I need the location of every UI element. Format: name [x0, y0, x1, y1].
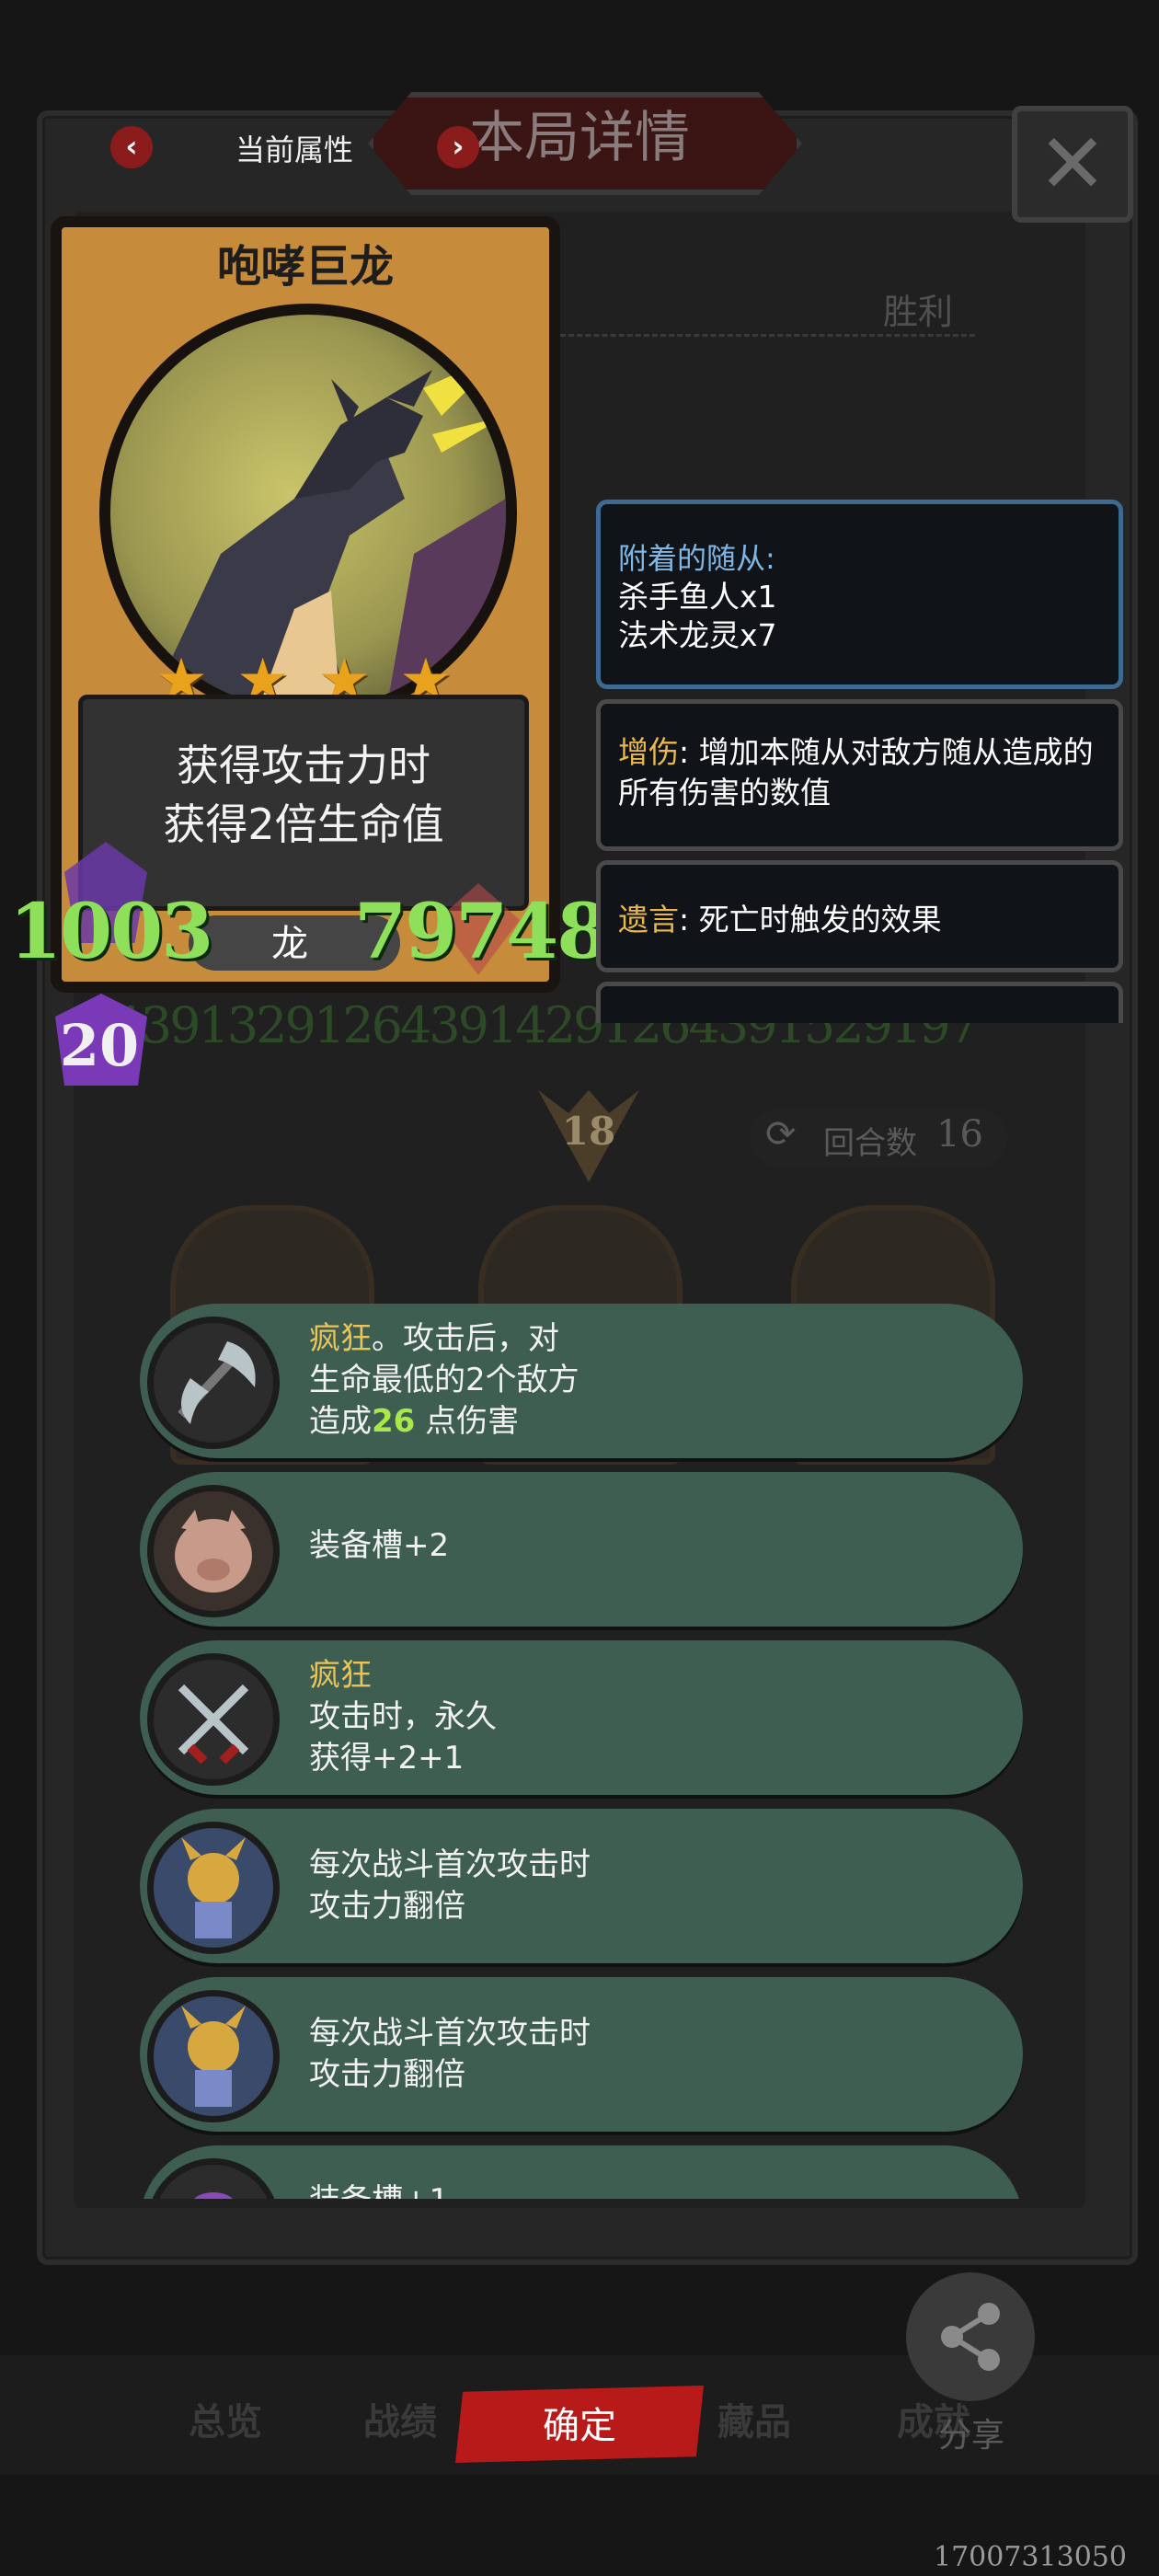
- next-button[interactable]: ›: [437, 126, 479, 168]
- prev-button[interactable]: ‹: [110, 126, 153, 168]
- close-icon[interactable]: ✕: [1012, 106, 1133, 223]
- confirm-label[interactable]: 确定: [455, 2396, 704, 2449]
- share-icon[interactable]: [906, 2272, 1035, 2401]
- effect-line: 生命最低的2个敌方: [309, 1362, 580, 1398]
- page-title: 本局详情: [469, 106, 690, 170]
- effect-text: 每次战斗首次攻击时 攻击力翻倍: [309, 1845, 591, 1927]
- keyword: 增伤: [618, 734, 679, 770]
- hero-name: 咆哮巨龙: [216, 241, 394, 293]
- effect-text: 疯狂 攻击时，永久 获得+2+1: [309, 1655, 497, 1779]
- effect-line: 获得+2+1: [309, 1740, 465, 1777]
- tribe-label: 龙: [271, 923, 308, 965]
- tier-value: 20: [59, 1012, 140, 1079]
- tab-collection[interactable]: 藏品: [717, 2392, 791, 2445]
- effect-text: 装备槽+1: [309, 2180, 449, 2199]
- imp-icon: [147, 1822, 280, 1954]
- keyword: 遗言: [618, 902, 679, 937]
- effect-number: 26: [372, 1403, 416, 1440]
- user-id: 17007313050: [934, 2541, 1127, 2573]
- effect-line: 装备槽+1: [309, 2180, 449, 2199]
- effect-line: 造成: [309, 1403, 372, 1440]
- pig-armor-icon: [147, 1485, 280, 1617]
- crossed-swords-icon: [147, 1653, 280, 1786]
- effect-line: 装备槽+2: [309, 1527, 450, 1564]
- tab-record[interactable]: 战绩: [363, 2392, 437, 2445]
- attached-item: 杀手鱼人x1: [618, 579, 777, 615]
- keyword-desc: : 死亡时触发的效果: [679, 902, 942, 937]
- victory-label: 胜利: [883, 292, 954, 332]
- turns-label: 回合数: [823, 1125, 917, 1162]
- share-label: 分享: [938, 2417, 1005, 2455]
- effect-line: 每次战斗首次攻击时: [309, 1846, 591, 1883]
- effect-line: 点伤害: [415, 1403, 520, 1440]
- tooltip-partial: [596, 982, 1123, 1023]
- effect-text: 每次战斗首次攻击时 攻击力翻倍: [309, 2013, 591, 2096]
- turns-value: 16: [936, 1113, 983, 1156]
- effect-text: 装备槽+2: [309, 1525, 449, 1567]
- tab-overview[interactable]: 总览: [189, 2392, 262, 2445]
- divider: [552, 334, 975, 337]
- imp-icon: [147, 1990, 280, 2122]
- ability-line: 获得攻击力时: [177, 741, 430, 790]
- bonus-damage-text: 增伤: 增加本随从对敌方随从造成的所有伤害的数值: [618, 732, 1106, 813]
- effect-line: 攻击力翻倍: [309, 2056, 465, 2093]
- effect-line: 。攻击后，对: [372, 1320, 559, 1357]
- attached-item: 法术龙灵x7: [618, 617, 777, 653]
- effect-line: 每次战斗首次攻击时: [309, 2015, 591, 2052]
- axe-icon: [147, 1317, 280, 1449]
- attack-value: 1003: [9, 888, 213, 976]
- keyword-desc: : 增加本随从对敌方随从造成的所有伤害的数值: [618, 734, 1094, 811]
- effect-line: 攻击力翻倍: [309, 1888, 465, 1925]
- refresh-icon: ⟳: [765, 1113, 797, 1156]
- ability-text: 获得攻击力时 获得2倍生命值: [78, 736, 529, 854]
- effect-keyword: 疯狂: [309, 1657, 372, 1694]
- effect-item: [140, 2145, 1023, 2199]
- ability-line: 获得2倍生命值: [163, 799, 444, 849]
- attr-label: 当前属性: [235, 132, 353, 167]
- deathrattle-text: 遗言: 死亡时触发的效果: [618, 895, 942, 939]
- round-number: 18: [561, 1109, 616, 1154]
- effect-list[interactable]: 疯狂。攻击后，对 生命最低的2个敌方 造成26 点伤害 装备槽+2 疯狂 攻击时…: [0, 1224, 1159, 2199]
- effect-keyword: 疯狂: [309, 1320, 372, 1357]
- effect-text: 疯狂。攻击后，对 生命最低的2个敌方 造成26 点伤害: [309, 1318, 580, 1443]
- effect-line: 攻击时，永久: [309, 1698, 497, 1735]
